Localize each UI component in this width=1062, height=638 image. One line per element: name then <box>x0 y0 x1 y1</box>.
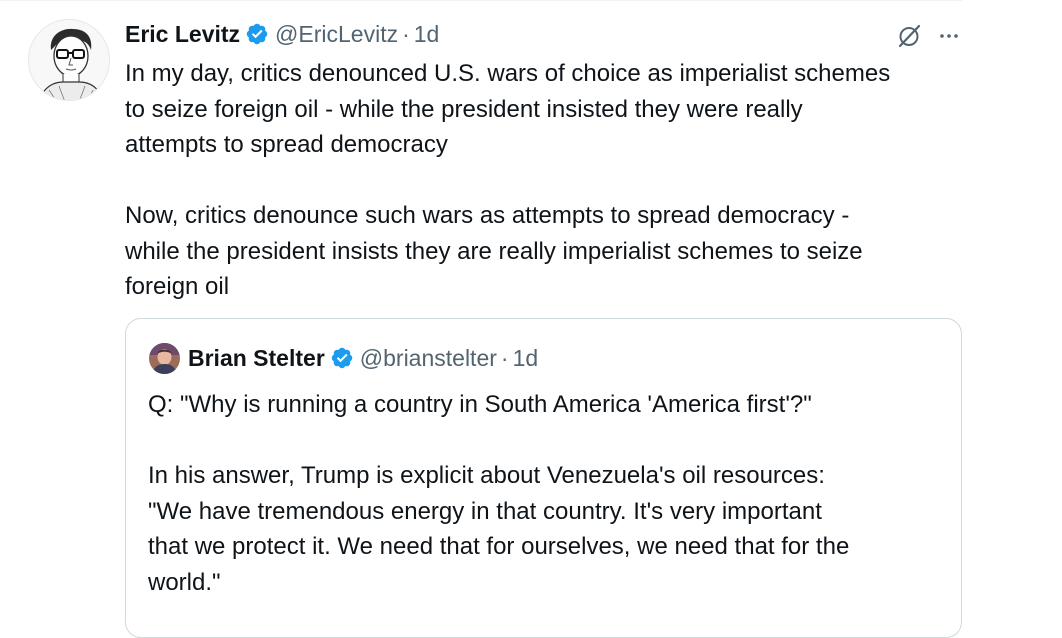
tweet-text: In my day, critics denounced U.S. wars o… <box>125 60 891 300</box>
author-handle[interactable]: @EricLevitz <box>275 21 398 48</box>
quoted-author-handle[interactable]: @brianstelter <box>360 345 497 372</box>
separator-dot: · <box>500 344 509 371</box>
tweet-time[interactable]: 1d <box>414 21 440 48</box>
quoted-author-avatar <box>149 342 180 374</box>
quoted-tweet-header: Brian Stelter @brianstelter · 1d <box>149 341 538 375</box>
quoted-author-name[interactable]: Brian Stelter <box>188 345 325 372</box>
quoted-tweet-card[interactable]: Brian Stelter @brianstelter · 1d Q: "Why… <box>125 318 962 638</box>
profile-photo-icon <box>149 342 180 374</box>
author-name[interactable]: Eric Levitz <box>125 21 240 48</box>
more-options-icon[interactable] <box>936 23 962 49</box>
grok-icon[interactable] <box>896 23 922 49</box>
verified-badge-icon[interactable] <box>330 346 354 370</box>
tweet-header: Eric Levitz @EricLevitz · 1d <box>125 17 439 51</box>
separator-dot: · <box>402 20 410 47</box>
top-divider <box>0 0 962 1</box>
verified-badge-icon[interactable] <box>245 22 269 46</box>
quoted-tweet-time[interactable]: 1d <box>513 345 539 372</box>
author-avatar[interactable] <box>28 19 110 101</box>
portrait-sketch-icon <box>29 20 109 100</box>
quoted-tweet-text: Q: "Why is running a country in South Am… <box>148 391 850 596</box>
